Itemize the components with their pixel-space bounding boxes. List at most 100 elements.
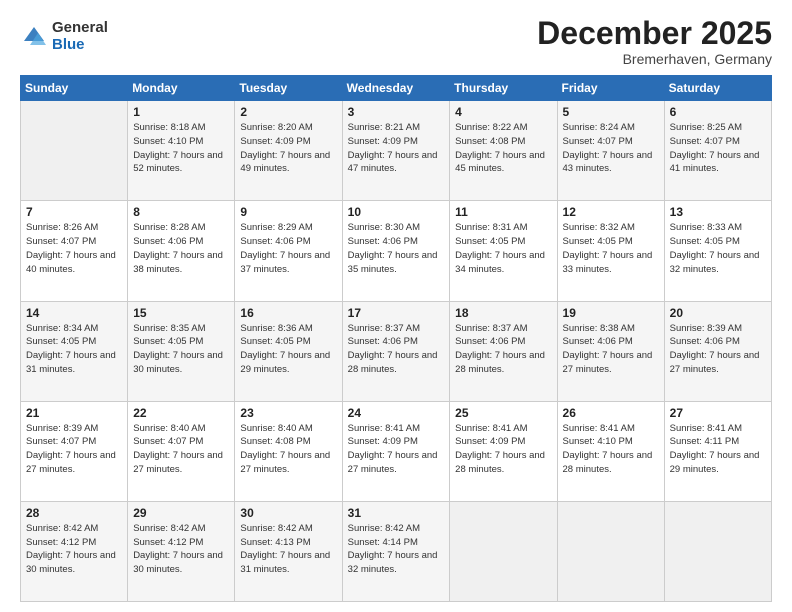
day-info: Sunrise: 8:41 AMSunset: 4:09 PMDaylight:… <box>455 422 551 477</box>
page: General Blue December 2025 Bremerhaven, … <box>0 0 792 612</box>
day-number: 24 <box>348 406 445 420</box>
day-number: 13 <box>670 205 766 219</box>
table-row <box>450 501 557 601</box>
table-row <box>21 101 128 201</box>
col-saturday: Saturday <box>664 76 771 101</box>
day-info: Sunrise: 8:41 AMSunset: 4:10 PMDaylight:… <box>563 422 659 477</box>
day-info: Sunrise: 8:41 AMSunset: 4:09 PMDaylight:… <box>348 422 445 477</box>
day-number: 23 <box>240 406 336 420</box>
day-info: Sunrise: 8:32 AMSunset: 4:05 PMDaylight:… <box>563 221 659 276</box>
day-number: 31 <box>348 506 445 520</box>
day-info: Sunrise: 8:39 AMSunset: 4:07 PMDaylight:… <box>26 422 122 477</box>
table-row: 21 Sunrise: 8:39 AMSunset: 4:07 PMDaylig… <box>21 401 128 501</box>
table-row: 8 Sunrise: 8:28 AMSunset: 4:06 PMDayligh… <box>128 201 235 301</box>
table-row: 28 Sunrise: 8:42 AMSunset: 4:12 PMDaylig… <box>21 501 128 601</box>
day-info: Sunrise: 8:35 AMSunset: 4:05 PMDaylight:… <box>133 322 229 377</box>
day-info: Sunrise: 8:42 AMSunset: 4:12 PMDaylight:… <box>26 522 122 577</box>
day-number: 6 <box>670 105 766 119</box>
table-row: 10 Sunrise: 8:30 AMSunset: 4:06 PMDaylig… <box>342 201 450 301</box>
col-tuesday: Tuesday <box>235 76 342 101</box>
day-info: Sunrise: 8:28 AMSunset: 4:06 PMDaylight:… <box>133 221 229 276</box>
day-number: 10 <box>348 205 445 219</box>
day-info: Sunrise: 8:33 AMSunset: 4:05 PMDaylight:… <box>670 221 766 276</box>
day-info: Sunrise: 8:40 AMSunset: 4:08 PMDaylight:… <box>240 422 336 477</box>
day-number: 15 <box>133 306 229 320</box>
table-row: 22 Sunrise: 8:40 AMSunset: 4:07 PMDaylig… <box>128 401 235 501</box>
day-number: 14 <box>26 306 122 320</box>
day-info: Sunrise: 8:41 AMSunset: 4:11 PMDaylight:… <box>670 422 766 477</box>
logo-icon <box>20 23 48 51</box>
day-info: Sunrise: 8:24 AMSunset: 4:07 PMDaylight:… <box>563 121 659 176</box>
day-number: 20 <box>670 306 766 320</box>
day-info: Sunrise: 8:37 AMSunset: 4:06 PMDaylight:… <box>455 322 551 377</box>
day-number: 21 <box>26 406 122 420</box>
calendar: Sunday Monday Tuesday Wednesday Thursday… <box>20 75 772 602</box>
table-row: 19 Sunrise: 8:38 AMSunset: 4:06 PMDaylig… <box>557 301 664 401</box>
day-info: Sunrise: 8:42 AMSunset: 4:12 PMDaylight:… <box>133 522 229 577</box>
table-row: 3 Sunrise: 8:21 AMSunset: 4:09 PMDayligh… <box>342 101 450 201</box>
col-thursday: Thursday <box>450 76 557 101</box>
day-info: Sunrise: 8:40 AMSunset: 4:07 PMDaylight:… <box>133 422 229 477</box>
table-row: 26 Sunrise: 8:41 AMSunset: 4:10 PMDaylig… <box>557 401 664 501</box>
day-number: 3 <box>348 105 445 119</box>
day-info: Sunrise: 8:38 AMSunset: 4:06 PMDaylight:… <box>563 322 659 377</box>
day-number: 18 <box>455 306 551 320</box>
table-row: 31 Sunrise: 8:42 AMSunset: 4:14 PMDaylig… <box>342 501 450 601</box>
table-row <box>664 501 771 601</box>
day-info: Sunrise: 8:34 AMSunset: 4:05 PMDaylight:… <box>26 322 122 377</box>
title-block: December 2025 Bremerhaven, Germany <box>537 16 772 67</box>
day-number: 17 <box>348 306 445 320</box>
col-wednesday: Wednesday <box>342 76 450 101</box>
day-info: Sunrise: 8:25 AMSunset: 4:07 PMDaylight:… <box>670 121 766 176</box>
table-row: 17 Sunrise: 8:37 AMSunset: 4:06 PMDaylig… <box>342 301 450 401</box>
day-info: Sunrise: 8:22 AMSunset: 4:08 PMDaylight:… <box>455 121 551 176</box>
day-info: Sunrise: 8:21 AMSunset: 4:09 PMDaylight:… <box>348 121 445 176</box>
day-info: Sunrise: 8:29 AMSunset: 4:06 PMDaylight:… <box>240 221 336 276</box>
table-row: 13 Sunrise: 8:33 AMSunset: 4:05 PMDaylig… <box>664 201 771 301</box>
day-number: 4 <box>455 105 551 119</box>
table-row: 5 Sunrise: 8:24 AMSunset: 4:07 PMDayligh… <box>557 101 664 201</box>
table-row: 6 Sunrise: 8:25 AMSunset: 4:07 PMDayligh… <box>664 101 771 201</box>
table-row: 9 Sunrise: 8:29 AMSunset: 4:06 PMDayligh… <box>235 201 342 301</box>
col-monday: Monday <box>128 76 235 101</box>
day-number: 29 <box>133 506 229 520</box>
table-row: 20 Sunrise: 8:39 AMSunset: 4:06 PMDaylig… <box>664 301 771 401</box>
day-info: Sunrise: 8:20 AMSunset: 4:09 PMDaylight:… <box>240 121 336 176</box>
table-row: 25 Sunrise: 8:41 AMSunset: 4:09 PMDaylig… <box>450 401 557 501</box>
day-number: 8 <box>133 205 229 219</box>
col-sunday: Sunday <box>21 76 128 101</box>
table-row: 24 Sunrise: 8:41 AMSunset: 4:09 PMDaylig… <box>342 401 450 501</box>
table-row: 12 Sunrise: 8:32 AMSunset: 4:05 PMDaylig… <box>557 201 664 301</box>
day-number: 11 <box>455 205 551 219</box>
table-row <box>557 501 664 601</box>
table-row: 30 Sunrise: 8:42 AMSunset: 4:13 PMDaylig… <box>235 501 342 601</box>
table-row: 14 Sunrise: 8:34 AMSunset: 4:05 PMDaylig… <box>21 301 128 401</box>
table-row: 11 Sunrise: 8:31 AMSunset: 4:05 PMDaylig… <box>450 201 557 301</box>
day-number: 9 <box>240 205 336 219</box>
day-info: Sunrise: 8:30 AMSunset: 4:06 PMDaylight:… <box>348 221 445 276</box>
day-number: 7 <box>26 205 122 219</box>
table-row: 1 Sunrise: 8:18 AMSunset: 4:10 PMDayligh… <box>128 101 235 201</box>
logo: General Blue <box>20 20 108 53</box>
col-friday: Friday <box>557 76 664 101</box>
table-row: 16 Sunrise: 8:36 AMSunset: 4:05 PMDaylig… <box>235 301 342 401</box>
table-row: 7 Sunrise: 8:26 AMSunset: 4:07 PMDayligh… <box>21 201 128 301</box>
logo-general: General <box>52 20 108 37</box>
table-row: 15 Sunrise: 8:35 AMSunset: 4:05 PMDaylig… <box>128 301 235 401</box>
day-number: 19 <box>563 306 659 320</box>
day-info: Sunrise: 8:26 AMSunset: 4:07 PMDaylight:… <box>26 221 122 276</box>
day-number: 30 <box>240 506 336 520</box>
day-number: 25 <box>455 406 551 420</box>
day-number: 5 <box>563 105 659 119</box>
day-number: 28 <box>26 506 122 520</box>
day-number: 2 <box>240 105 336 119</box>
day-number: 1 <box>133 105 229 119</box>
day-info: Sunrise: 8:39 AMSunset: 4:06 PMDaylight:… <box>670 322 766 377</box>
month-title: December 2025 <box>537 16 772 51</box>
day-info: Sunrise: 8:37 AMSunset: 4:06 PMDaylight:… <box>348 322 445 377</box>
day-number: 27 <box>670 406 766 420</box>
table-row: 4 Sunrise: 8:22 AMSunset: 4:08 PMDayligh… <box>450 101 557 201</box>
table-row: 29 Sunrise: 8:42 AMSunset: 4:12 PMDaylig… <box>128 501 235 601</box>
table-row: 18 Sunrise: 8:37 AMSunset: 4:06 PMDaylig… <box>450 301 557 401</box>
location: Bremerhaven, Germany <box>537 51 772 67</box>
